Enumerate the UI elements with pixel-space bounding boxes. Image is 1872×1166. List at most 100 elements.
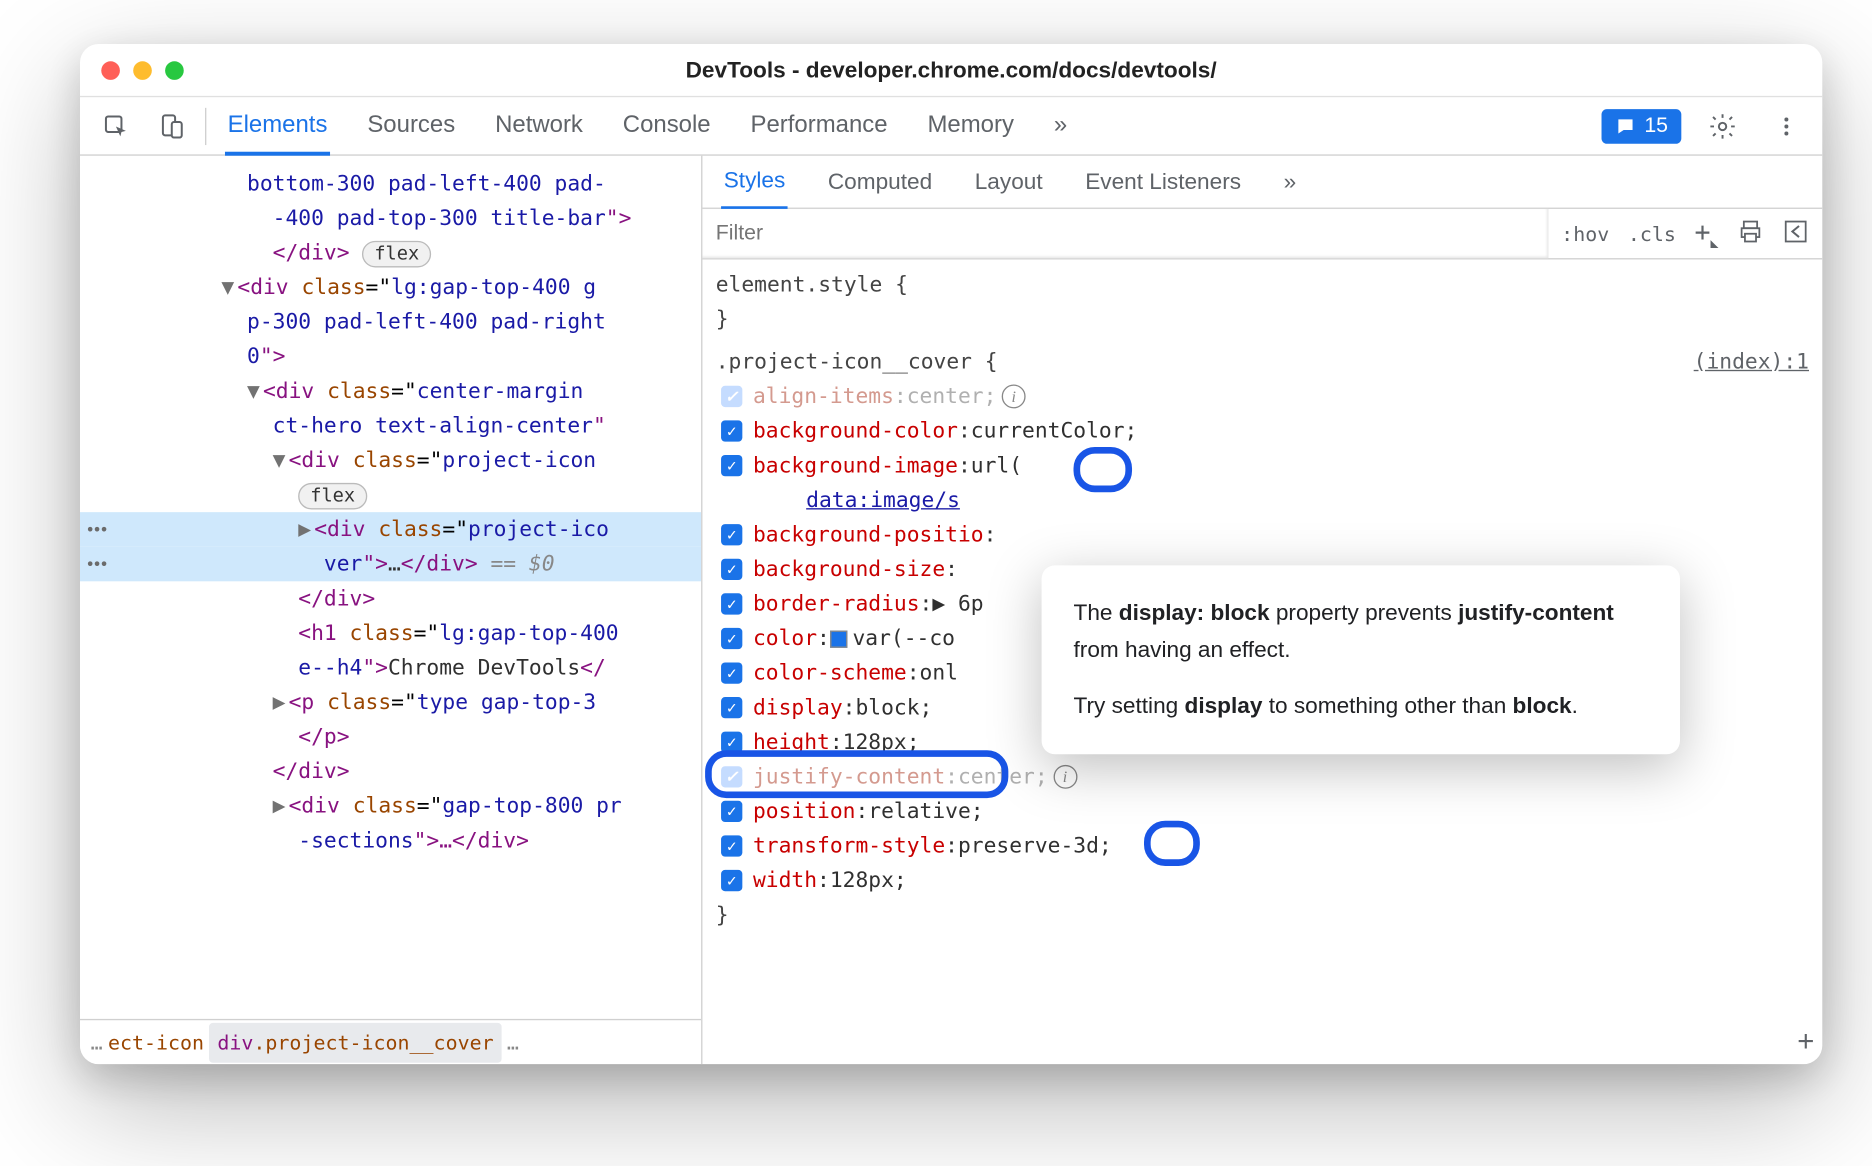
dom-line[interactable]: ▼<div class="project-icon bbox=[80, 443, 701, 478]
css-property-row[interactable]: align-items: center;i bbox=[716, 379, 1809, 414]
dom-tree-panel: bottom-300 pad-left-400 pad- -400 pad-to… bbox=[80, 156, 702, 1064]
css-property-row[interactable]: background-positio: bbox=[716, 517, 1809, 552]
chat-icon bbox=[1615, 115, 1636, 136]
print-media-icon[interactable] bbox=[1737, 218, 1764, 250]
dom-tree[interactable]: bottom-300 pad-left-400 pad- -400 pad-to… bbox=[80, 156, 701, 858]
window-title: DevTools - developer.chrome.com/docs/dev… bbox=[80, 57, 1822, 84]
dom-line[interactable]: ▶<div class="project-ico bbox=[80, 512, 701, 547]
dom-line[interactable]: bottom-300 pad-left-400 pad- bbox=[80, 166, 701, 201]
css-property-row[interactable]: position: relative; bbox=[716, 794, 1809, 829]
property-checkbox[interactable] bbox=[721, 593, 742, 614]
close-window-button[interactable] bbox=[101, 61, 120, 80]
property-checkbox[interactable] bbox=[721, 801, 742, 822]
property-checkbox[interactable] bbox=[721, 697, 742, 718]
hov-toggle[interactable]: :hov bbox=[1561, 222, 1609, 246]
info-icon[interactable]: i bbox=[1053, 765, 1077, 789]
add-rule-corner-icon[interactable]: + bbox=[1797, 1024, 1814, 1059]
dom-line[interactable]: </div> flex bbox=[80, 236, 701, 271]
dom-line[interactable]: -400 pad-top-300 title-bar"> bbox=[80, 201, 701, 236]
filter-row: :hov .cls +◣ bbox=[702, 209, 1822, 260]
main-toolbar: Elements Sources Network Console Perform… bbox=[80, 97, 1822, 156]
css-property-row[interactable]: background-image: url( bbox=[716, 448, 1809, 483]
dom-line[interactable]: ver">…</div> == $0 bbox=[80, 547, 701, 582]
more-stabs-icon[interactable]: » bbox=[1281, 156, 1299, 207]
tab-console[interactable]: Console bbox=[620, 97, 713, 154]
new-style-rule-icon[interactable]: +◣ bbox=[1695, 216, 1719, 252]
stab-computed[interactable]: Computed bbox=[825, 156, 935, 207]
minimize-window-button[interactable] bbox=[133, 61, 152, 80]
property-checkbox[interactable] bbox=[721, 835, 742, 856]
dom-line[interactable]: p-300 pad-left-400 pad-right bbox=[80, 305, 701, 340]
property-checkbox[interactable] bbox=[721, 524, 742, 545]
rule-source-link[interactable]: (index):1 bbox=[1694, 345, 1809, 380]
device-toggle-icon[interactable] bbox=[149, 103, 194, 148]
property-checkbox[interactable] bbox=[721, 420, 742, 441]
dom-line[interactable]: e--h4">Chrome DevTools</ bbox=[80, 650, 701, 685]
devtools-window: DevTools - developer.chrome.com/docs/dev… bbox=[80, 44, 1822, 1064]
info-icon[interactable]: i bbox=[1002, 384, 1026, 408]
tab-network[interactable]: Network bbox=[492, 97, 585, 154]
computed-toggle-icon[interactable] bbox=[1782, 218, 1809, 250]
property-checkbox[interactable] bbox=[721, 628, 742, 649]
inspect-element-icon[interactable] bbox=[93, 103, 138, 148]
css-property-row[interactable]: transform-style: preserve-3d; bbox=[716, 829, 1809, 864]
zoom-window-button[interactable] bbox=[165, 61, 184, 80]
styles-filter-input[interactable] bbox=[702, 209, 1547, 258]
rule-close-brace: } bbox=[716, 898, 1809, 933]
dom-line[interactable]: </p> bbox=[80, 720, 701, 755]
dom-line[interactable]: </div> bbox=[80, 581, 701, 616]
message-count: 15 bbox=[1644, 114, 1668, 138]
dom-line[interactable]: flex bbox=[80, 478, 701, 513]
toolbar-separator bbox=[205, 107, 206, 144]
tab-sources[interactable]: Sources bbox=[365, 97, 458, 154]
styles-panel: Styles Computed Layout Event Listeners »… bbox=[702, 156, 1822, 1064]
property-checkbox[interactable] bbox=[721, 870, 742, 891]
close-brace: } bbox=[716, 302, 1809, 337]
console-messages-badge[interactable]: 15 bbox=[1602, 109, 1682, 144]
breadcrumb-item-active[interactable]: div.project-icon__cover bbox=[209, 1022, 501, 1062]
dom-line[interactable]: </div> bbox=[80, 754, 701, 789]
tab-elements[interactable]: Elements bbox=[225, 97, 330, 156]
css-property-row[interactable]: data:image/s bbox=[716, 483, 1809, 518]
settings-gear-icon[interactable] bbox=[1700, 103, 1745, 148]
dom-line[interactable]: ▼<div class="center-margin bbox=[80, 374, 701, 409]
css-property-row[interactable]: justify-content: center;i bbox=[716, 760, 1809, 795]
styles-tabs: Styles Computed Layout Event Listeners » bbox=[702, 156, 1822, 209]
property-checkbox[interactable] bbox=[721, 732, 742, 753]
cls-toggle[interactable]: .cls bbox=[1628, 222, 1676, 246]
traffic-lights bbox=[101, 61, 183, 80]
property-checkbox[interactable] bbox=[721, 766, 742, 787]
panel-tabs: Elements Sources Network Console Perform… bbox=[217, 97, 1591, 154]
breadcrumb-item[interactable]: ect-icon bbox=[108, 1025, 204, 1060]
css-rules-body[interactable]: element.style { } .project-icon__cover {… bbox=[702, 259, 1822, 1064]
dom-line[interactable]: ct-hero text-align-center" bbox=[80, 408, 701, 443]
property-checkbox[interactable] bbox=[721, 386, 742, 407]
stab-styles[interactable]: Styles bbox=[721, 155, 788, 210]
rule-selector[interactable]: .project-icon__cover { bbox=[716, 345, 998, 380]
dom-line[interactable]: ▶<div class="gap-top-800 pr bbox=[80, 789, 701, 824]
more-menu-icon[interactable] bbox=[1764, 103, 1809, 148]
breadcrumb-bar[interactable]: … ect-icon div.project-icon__cover … bbox=[80, 1019, 701, 1064]
dom-line[interactable]: ▶<p class="type gap-top-3 bbox=[80, 685, 701, 720]
css-property-row[interactable]: width: 128px; bbox=[716, 863, 1809, 898]
content-area: bottom-300 pad-left-400 pad- -400 pad-to… bbox=[80, 156, 1822, 1064]
tab-performance[interactable]: Performance bbox=[748, 97, 890, 154]
breadcrumb-ellipsis-left[interactable]: … bbox=[91, 1025, 103, 1060]
more-tabs-icon[interactable]: » bbox=[1051, 97, 1070, 154]
dom-line[interactable]: -sections">…</div> bbox=[80, 823, 701, 858]
stab-event-listeners[interactable]: Event Listeners bbox=[1083, 156, 1244, 207]
window-titlebar: DevTools - developer.chrome.com/docs/dev… bbox=[80, 44, 1822, 97]
property-checkbox[interactable] bbox=[721, 662, 742, 683]
stab-layout[interactable]: Layout bbox=[972, 156, 1045, 207]
dom-line[interactable]: ▼<div class="lg:gap-top-400 g bbox=[80, 270, 701, 305]
breadcrumb-ellipsis-right[interactable]: … bbox=[507, 1025, 519, 1060]
css-property-row[interactable]: background-color: currentColor; bbox=[716, 414, 1809, 449]
property-checkbox[interactable] bbox=[721, 559, 742, 580]
inactive-property-tooltip: The display: block property prevents jus… bbox=[1042, 565, 1680, 754]
element-style-rule[interactable]: element.style { bbox=[716, 267, 1809, 302]
css-rule-header: .project-icon__cover { (index):1 bbox=[716, 345, 1809, 380]
property-checkbox[interactable] bbox=[721, 455, 742, 476]
tab-memory[interactable]: Memory bbox=[925, 97, 1017, 154]
dom-line[interactable]: 0"> bbox=[80, 339, 701, 374]
dom-line[interactable]: <h1 class="lg:gap-top-400 bbox=[80, 616, 701, 651]
